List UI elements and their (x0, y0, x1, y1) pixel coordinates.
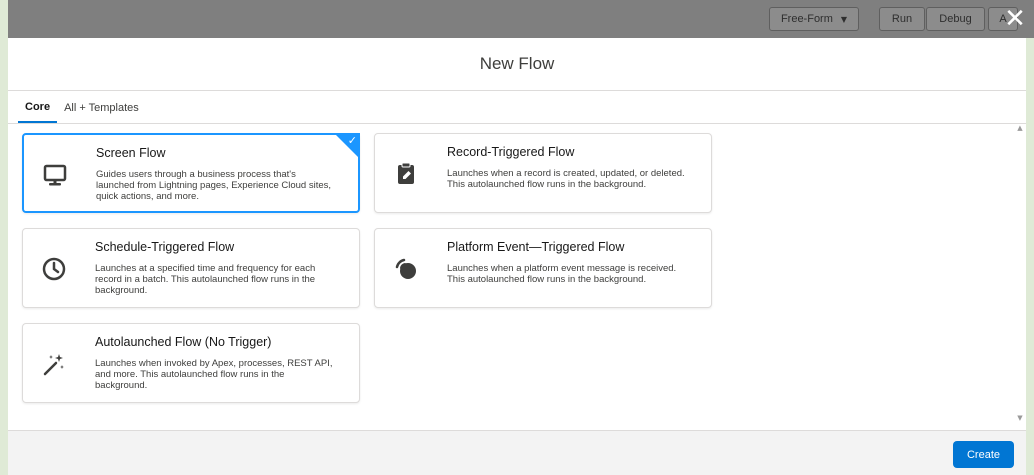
modal-footer: Create (8, 430, 1026, 475)
card-description: Launches at a specified time and frequen… (95, 263, 316, 296)
tab-bar: Core All + Templates (8, 91, 1026, 124)
chevron-down-icon: ▼ (840, 14, 848, 24)
card-description: Launches when invoked by Apex, processes… (95, 358, 333, 391)
card-record-triggered-flow[interactable]: Record-Triggered Flow Launches when a re… (374, 133, 712, 213)
card-title: Record-Triggered Flow (447, 145, 575, 159)
mode-select-label: Free-Form (780, 13, 833, 25)
signal-icon (395, 258, 416, 279)
debug-button-label: Debug (939, 13, 972, 25)
create-button[interactable]: Create (953, 441, 1014, 468)
monitor-icon (43, 164, 67, 186)
new-flow-modal: New Flow Core All + Templates Screen Flo… (8, 38, 1026, 475)
card-description: Launches when a record is created, updat… (447, 168, 685, 190)
tab-all-templates[interactable]: All + Templates (57, 102, 146, 123)
magic-wand-icon (43, 354, 64, 376)
flow-type-list: Screen Flow Guides users through a busin… (8, 124, 1016, 408)
builder-toolbar: Free-Form ▼ Run Debug A (8, 0, 1034, 38)
tab-core-label: Core (25, 101, 51, 113)
modal-header: New Flow (8, 38, 1026, 91)
run-button[interactable]: Run (879, 7, 925, 31)
card-autolaunched-flow[interactable]: Autolaunched Flow (No Trigger) Launches … (22, 323, 360, 403)
card-title: Schedule-Triggered Flow (95, 240, 235, 254)
modal-title: New Flow (479, 54, 555, 73)
card-title: Screen Flow (96, 146, 166, 160)
card-title: Platform Event—Triggered Flow (447, 240, 625, 254)
mode-select[interactable]: Free-Form ▼ (769, 7, 859, 31)
clipboard-edit-icon (398, 162, 414, 184)
tab-core[interactable]: Core (18, 101, 58, 123)
scrollbar[interactable]: ▲ ▼ (1016, 124, 1024, 422)
card-schedule-triggered-flow[interactable]: Schedule-Triggered Flow Launches at a sp… (22, 228, 360, 308)
debug-button[interactable]: Debug (926, 7, 985, 31)
card-screen-flow[interactable]: Screen Flow Guides users through a busin… (22, 133, 360, 213)
card-title: Autolaunched Flow (No Trigger) (95, 335, 272, 349)
scroll-up-icon[interactable]: ▲ (1016, 124, 1024, 132)
checkmark-icon: ✓ (347, 134, 357, 147)
card-description: Guides users through a business process … (96, 169, 332, 202)
card-platform-event-triggered-flow[interactable]: Platform Event—Triggered Flow Launches w… (374, 228, 712, 308)
tab-all-templates-label: All + Templates (64, 102, 139, 114)
clock-icon (42, 257, 66, 281)
run-button-label: Run (891, 13, 913, 25)
card-description: Launches when a platform event message i… (447, 263, 677, 285)
scroll-down-icon[interactable]: ▼ (1016, 414, 1024, 422)
close-icon[interactable]: ✕ (1002, 4, 1028, 34)
